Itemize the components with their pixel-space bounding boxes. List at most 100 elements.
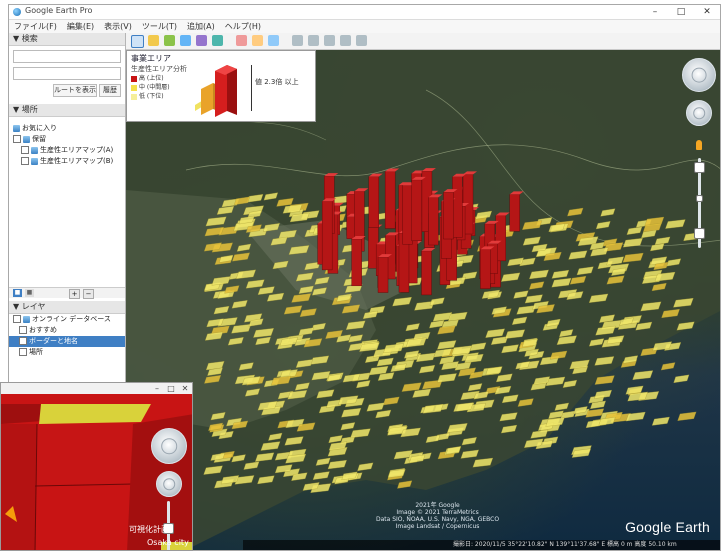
search-button-row: ルートを表示 履歴	[13, 84, 121, 97]
menu-tools[interactable]: ツール(T)	[137, 20, 182, 33]
info-popup[interactable]: 事業エリア 生産性エリア分析 高 (上位) 中 (中間層) 低 (下位) 値 2…	[126, 50, 316, 122]
checkbox[interactable]	[21, 157, 29, 165]
window-title: Google Earth Pro	[25, 6, 93, 15]
tree-item-pending[interactable]: 保留	[9, 134, 125, 145]
high-density-bar	[443, 191, 454, 240]
move-joystick-icon[interactable]	[686, 100, 712, 126]
menu-view[interactable]: 表示(V)	[99, 20, 137, 33]
globe-3d-view[interactable]: 事業エリア 生産性エリア分析 高 (上位) 中 (中間層) 低 (下位) 値 2…	[126, 50, 720, 550]
inset-close-button[interactable]: ✕	[178, 383, 192, 394]
save-image-icon[interactable]	[340, 35, 351, 46]
checkbox[interactable]	[21, 146, 29, 154]
high-density-bar	[351, 238, 362, 287]
layer-online-db[interactable]: オンライン データベース	[9, 314, 125, 325]
print-icon[interactable]	[324, 35, 335, 46]
high-density-bar	[377, 256, 389, 293]
street-view-pegman-icon[interactable]	[696, 140, 702, 150]
checkbox[interactable]	[19, 348, 27, 356]
look-joystick-center[interactable]	[691, 67, 707, 83]
high-density-bar	[421, 250, 432, 296]
tree-item-map-b[interactable]: 生産性エリアマップ(B)	[9, 156, 125, 167]
email-icon[interactable]	[308, 35, 319, 46]
high-density-bar	[411, 179, 422, 242]
imagery-credits: 2021年 Google Image © 2021 TerraMetrics D…	[376, 502, 500, 530]
legend-swatch	[131, 75, 137, 82]
high-density-bar	[321, 201, 333, 271]
show-route-button[interactable]: ルートを表示	[53, 84, 97, 97]
low-density-tile	[632, 370, 654, 380]
search-input[interactable]	[13, 50, 121, 63]
menu-file[interactable]: ファイル(F)	[9, 20, 62, 33]
google-earth-logo: Google Earth	[625, 519, 710, 535]
inset-move-joystick-icon[interactable]	[156, 471, 182, 497]
history-button[interactable]: 履歴	[99, 84, 121, 97]
checkbox[interactable]	[19, 326, 27, 334]
status-bar: 撮影日: 2020/11/5 35°22'10.82" N 139°11'37.…	[243, 540, 720, 550]
look-joystick-icon[interactable]	[682, 58, 716, 92]
maps-icon[interactable]	[356, 35, 367, 46]
checkbox[interactable]	[13, 315, 21, 323]
tree-item-favorites[interactable]: お気に入り	[9, 123, 125, 134]
low-density-tile	[594, 389, 612, 399]
folder-icon	[13, 124, 20, 132]
places-tree: お気に入り 保留 生産性エリアマップ(A) 生産性エリアマップ(B)	[9, 123, 125, 167]
historical-imagery-icon[interactable]	[236, 35, 247, 46]
toolbar	[126, 33, 720, 50]
title-bar: Google Earth Pro – □ ✕	[9, 5, 720, 20]
inset-maximize-button[interactable]: □	[164, 383, 178, 394]
zoom-slider-knob[interactable]	[696, 195, 703, 202]
menu-help[interactable]: ヘルプ(H)	[220, 20, 266, 33]
places-view-button[interactable]: ■	[13, 289, 22, 297]
low-density-tile	[651, 416, 670, 426]
move-joystick-center[interactable]	[693, 107, 705, 119]
sidebar-toggle-icon[interactable]	[131, 35, 144, 48]
legend-item-high: 高 (上位)	[131, 75, 164, 83]
high-density-bar	[402, 185, 413, 245]
tree-item-map-a[interactable]: 生産性エリアマップ(A)	[9, 145, 125, 156]
low-density-tile	[673, 374, 690, 384]
legend-item-mid: 中 (中間層)	[131, 84, 170, 92]
sunlight-icon[interactable]	[252, 35, 263, 46]
high-density-bar	[452, 176, 463, 238]
checkbox[interactable]	[19, 337, 27, 345]
menu-edit[interactable]: 編集(E)	[62, 20, 99, 33]
legend-swatch	[131, 93, 137, 100]
search-input-secondary[interactable]	[13, 67, 121, 80]
low-density-tile	[660, 362, 676, 371]
low-density-tile	[677, 411, 697, 421]
close-button[interactable]: ✕	[694, 5, 720, 19]
inset-move-joystick-center[interactable]	[163, 478, 175, 490]
polygon-icon[interactable]	[164, 35, 175, 46]
tour-icon[interactable]	[212, 35, 223, 46]
inset-caption-title: 可視化計画	[129, 525, 169, 534]
popup-subtitle: 生産性エリア分析	[131, 65, 187, 73]
remove-button[interactable]: −	[83, 289, 94, 299]
inset-window: – □ ✕ 可視化計画 Osaka city	[0, 382, 193, 551]
layer-places[interactable]: 場所	[9, 347, 125, 358]
menu-add[interactable]: 追加(A)	[182, 20, 220, 33]
path-icon[interactable]	[180, 35, 191, 46]
globe-icon	[23, 315, 30, 323]
checkbox[interactable]	[13, 135, 21, 143]
maximize-button[interactable]: □	[668, 5, 694, 19]
inset-look-joystick-center[interactable]	[161, 438, 177, 454]
places-list-button[interactable]: ■	[25, 289, 34, 297]
search-panel-header[interactable]: ▼ 検索	[9, 33, 125, 46]
zoom-out-button[interactable]	[694, 228, 705, 239]
popup-bar-illustration	[195, 65, 237, 117]
places-panel-header[interactable]: ▼ 場所	[9, 104, 125, 117]
planet-icon[interactable]	[268, 35, 279, 46]
overlay-icon[interactable]	[196, 35, 207, 46]
folder-icon	[31, 157, 38, 165]
inset-minimize-button[interactable]: –	[150, 383, 164, 394]
layer-borders-selected[interactable]: ボーダーと地名	[9, 336, 125, 347]
add-button[interactable]: +	[69, 289, 80, 299]
ruler-icon[interactable]	[292, 35, 303, 46]
minimize-button[interactable]: –	[642, 5, 668, 19]
zoom-in-button[interactable]	[694, 162, 705, 173]
layers-panel-header[interactable]: ▼ レイヤ	[9, 301, 125, 314]
inset-look-joystick-icon[interactable]	[151, 428, 187, 464]
layer-recommended[interactable]: おすすめ	[9, 325, 125, 336]
placemark-icon[interactable]	[148, 35, 159, 46]
high-density-bar	[509, 194, 520, 232]
